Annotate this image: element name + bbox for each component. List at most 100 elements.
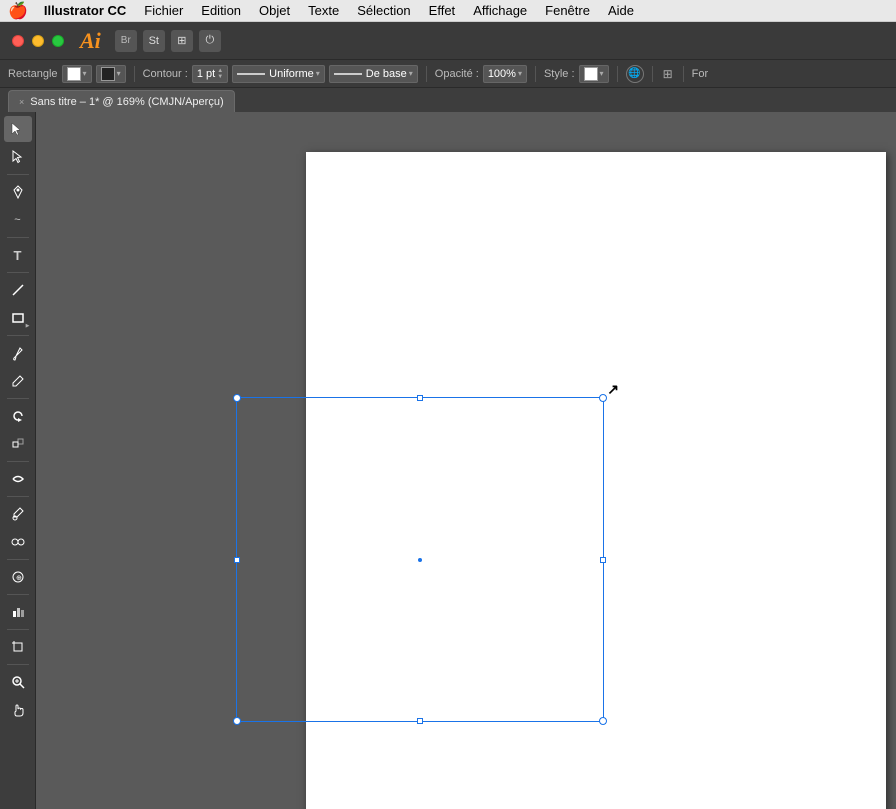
style-chevron: ▾ xyxy=(600,69,604,78)
blend-tool-btn[interactable] xyxy=(4,529,32,555)
tool-separator-6 xyxy=(7,461,29,462)
rotate-tool-btn[interactable] xyxy=(4,403,32,429)
stroke-style-chevron: ▾ xyxy=(409,69,413,78)
tool-separator-8 xyxy=(7,559,29,560)
artboard-tool-btn[interactable] xyxy=(4,634,32,660)
stroke-style-preview xyxy=(334,73,362,75)
pencil-tool-btn[interactable] xyxy=(4,368,32,394)
stroke-stepper[interactable]: ▲▼ xyxy=(217,68,223,80)
opacity-field[interactable]: 100% ▾ xyxy=(483,65,527,83)
traffic-light-minimize[interactable] xyxy=(32,35,44,47)
stroke-uniform-chevron: ▾ xyxy=(316,69,320,78)
pen-tool-btn[interactable] xyxy=(4,179,32,205)
menu-texte[interactable]: Texte xyxy=(300,2,347,19)
sep2 xyxy=(426,66,427,82)
center-point xyxy=(418,558,422,562)
handle-top-mid[interactable] xyxy=(417,395,423,401)
fill-chevron: ▾ xyxy=(83,69,87,78)
menu-edition[interactable]: Edition xyxy=(193,2,249,19)
stroke-swatch xyxy=(101,67,115,81)
live-corner-br[interactable] xyxy=(599,717,607,725)
bridge-icon[interactable]: Br xyxy=(115,30,137,52)
canvas-area[interactable]: ↗ xyxy=(36,112,896,809)
tool-separator-10 xyxy=(7,629,29,630)
opacity-label: Opacité : xyxy=(435,68,479,80)
stroke-weight-value: 1 pt xyxy=(197,68,215,80)
handle-bottom-mid[interactable] xyxy=(417,718,423,724)
stroke-weight-field[interactable]: 1 pt ▲▼ xyxy=(192,65,228,83)
rect-tool-btn[interactable]: ▶ xyxy=(4,305,32,331)
direct-selection-tool-btn[interactable] xyxy=(4,144,32,170)
style-label: Style : xyxy=(544,68,575,80)
handle-mid-right[interactable] xyxy=(600,557,606,563)
sep5 xyxy=(652,66,653,82)
live-corner-tl[interactable] xyxy=(233,394,241,402)
grid-icon[interactable]: ⊞ xyxy=(663,67,673,81)
for-label: For xyxy=(692,68,709,80)
workspace-icon[interactable]: ⊞ xyxy=(171,30,193,52)
tool-separator-1 xyxy=(7,174,29,175)
main-area: ~ T ▶ xyxy=(0,112,896,809)
warp-tool-btn[interactable] xyxy=(4,466,32,492)
toolbar: ~ T ▶ xyxy=(0,112,36,809)
sep4 xyxy=(617,66,618,82)
doc-tab[interactable]: × Sans titre – 1* @ 169% (CMJN/Aperçu) xyxy=(8,90,235,112)
tool-separator-4 xyxy=(7,335,29,336)
menu-fenetre[interactable]: Fenêtre xyxy=(537,2,598,19)
symbol-tool-btn[interactable]: ⊕ xyxy=(4,564,32,590)
line-tool-btn[interactable] xyxy=(4,277,32,303)
svg-text:⊕: ⊕ xyxy=(16,575,22,582)
doc-tab-title: Sans titre – 1* @ 169% (CMJN/Aperçu) xyxy=(30,96,223,108)
selection-tool-btn[interactable] xyxy=(4,116,32,142)
resize-cursor-arrow: ↗ xyxy=(607,382,619,396)
apple-menu[interactable]: 🍎 xyxy=(8,1,28,21)
menu-fichier[interactable]: Fichier xyxy=(136,2,191,19)
stroke-style-dropdown[interactable]: De base ▾ xyxy=(329,65,418,83)
traffic-light-close[interactable] xyxy=(12,35,24,47)
title-bar: Ai Br St ⊞ ⏻ xyxy=(0,22,896,60)
eyedropper-tool-btn[interactable] xyxy=(4,501,32,527)
stroke-uniform-dropdown[interactable]: Uniforme ▾ xyxy=(232,65,325,83)
style-preview xyxy=(584,67,598,81)
sep6 xyxy=(683,66,684,82)
titlebar-icons: Br St ⊞ ⏻ xyxy=(115,30,221,52)
paintbrush-tool-btn[interactable] xyxy=(4,340,32,366)
power-icon[interactable]: ⏻ xyxy=(199,30,221,52)
traffic-light-maximize[interactable] xyxy=(52,35,64,47)
style-dropdown[interactable]: ▾ xyxy=(579,65,609,83)
live-corner-tr[interactable] xyxy=(599,394,607,402)
selected-rectangle[interactable]: ↗ xyxy=(236,397,604,722)
live-corner-bl[interactable] xyxy=(233,717,241,725)
doc-tab-close[interactable]: × xyxy=(19,97,24,107)
fill-swatch[interactable] xyxy=(67,67,81,81)
app-logo: Ai xyxy=(80,28,101,54)
handle-mid-left[interactable] xyxy=(234,557,240,563)
sep3 xyxy=(535,66,536,82)
app-name-menu[interactable]: Illustrator CC xyxy=(36,2,134,19)
scale-tool-btn[interactable] xyxy=(4,431,32,457)
menu-aide[interactable]: Aide xyxy=(600,2,642,19)
stroke-type-dropdown[interactable]: ▾ xyxy=(96,65,126,83)
menu-effet[interactable]: Effet xyxy=(421,2,464,19)
stroke-label: Contour : xyxy=(143,68,188,80)
curvature-tool-btn[interactable]: ~ xyxy=(4,207,32,233)
globe-icon[interactable]: 🌐 xyxy=(626,65,644,83)
fill-field[interactable]: ▾ xyxy=(62,65,92,83)
opacity-value: 100% xyxy=(488,68,516,80)
sep1 xyxy=(134,66,135,82)
zoom-tool-btn[interactable] xyxy=(4,669,32,695)
menu-selection[interactable]: Sélection xyxy=(349,2,418,19)
stroke-chevron: ▾ xyxy=(117,69,121,78)
type-tool-btn[interactable]: T xyxy=(4,242,32,268)
hand-tool-btn[interactable] xyxy=(4,697,32,723)
stock-icon[interactable]: St xyxy=(143,30,165,52)
stroke-style-label: De base xyxy=(366,68,407,80)
tool-separator-5 xyxy=(7,398,29,399)
doc-tab-bar: × Sans titre – 1* @ 169% (CMJN/Aperçu) xyxy=(0,88,896,112)
menu-objet[interactable]: Objet xyxy=(251,2,298,19)
menu-affichage[interactable]: Affichage xyxy=(465,2,535,19)
bar-chart-tool-btn[interactable] xyxy=(4,599,32,625)
menu-bar: 🍎 Illustrator CC Fichier Edition Objet T… xyxy=(0,0,896,22)
stroke-uniform-label: Uniforme xyxy=(269,68,314,80)
tool-separator-2 xyxy=(7,237,29,238)
